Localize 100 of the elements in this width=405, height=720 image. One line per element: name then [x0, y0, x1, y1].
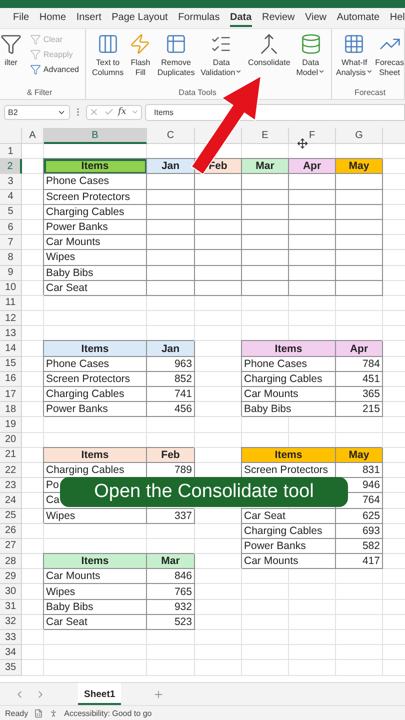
table-cell[interactable]: 451: [336, 372, 383, 387]
row-header[interactable]: 30: [0, 584, 22, 600]
row-header[interactable]: 2: [0, 159, 22, 174]
table-cell[interactable]: [336, 220, 383, 236]
table-cell[interactable]: [195, 174, 242, 190]
ribbon-button[interactable]: Remove Duplicates: [157, 33, 195, 78]
table-header-cell[interactable]: Mar: [147, 554, 195, 570]
table-cell[interactable]: [289, 204, 336, 220]
ribbon-button[interactable]: Flash Fill: [129, 33, 152, 78]
table-header-cell[interactable]: Items: [44, 448, 147, 463]
row-header[interactable]: 24: [0, 493, 22, 508]
table-cell[interactable]: [147, 280, 195, 296]
table-cell[interactable]: Screen Protectors: [44, 190, 147, 205]
table-header-cell[interactable]: Items: [44, 341, 147, 357]
table-cell[interactable]: [289, 190, 336, 205]
table-header-cell[interactable]: Items: [44, 554, 147, 570]
row-header[interactable]: 20: [0, 432, 22, 448]
row-header[interactable]: 35: [0, 660, 22, 676]
row-header[interactable]: 4: [0, 190, 22, 205]
column-header[interactable]: B: [44, 128, 147, 144]
table-cell[interactable]: [147, 190, 195, 205]
table-cell[interactable]: [242, 280, 289, 296]
table-cell[interactable]: 365: [336, 387, 383, 402]
row-header[interactable]: 3: [0, 174, 22, 190]
table-cell[interactable]: Phone Cases: [242, 356, 336, 372]
table-cell[interactable]: [289, 220, 336, 236]
accessibility-icon[interactable]: [49, 708, 58, 718]
table-cell[interactable]: 846: [147, 569, 195, 584]
table-cell[interactable]: Charging Cables: [242, 372, 336, 387]
table-cell[interactable]: 215: [336, 402, 383, 418]
sheet-tab[interactable]: Sheet1: [78, 683, 122, 705]
table-cell[interactable]: [336, 235, 383, 250]
table-header-cell[interactable]: Items: [242, 448, 336, 463]
row-header[interactable]: 14: [0, 341, 22, 357]
table-cell[interactable]: [195, 220, 242, 236]
column-header[interactable]: F: [289, 128, 336, 144]
table-cell[interactable]: [147, 266, 195, 281]
table-header-cell[interactable]: Apr: [289, 159, 336, 174]
table-cell[interactable]: Power Banks: [44, 220, 147, 236]
ribbon-button[interactable]: Text to Columns: [92, 33, 124, 78]
table-cell[interactable]: Car Seat: [44, 280, 147, 296]
table-cell[interactable]: [336, 280, 383, 296]
row-header[interactable]: 22: [0, 462, 22, 478]
table-cell[interactable]: Charging Cables: [242, 524, 336, 539]
table-cell[interactable]: [195, 250, 242, 266]
table-cell[interactable]: [242, 204, 289, 220]
row-header[interactable]: 10: [0, 280, 22, 296]
table-cell[interactable]: [336, 190, 383, 205]
row-header[interactable]: 15: [0, 356, 22, 372]
table-cell[interactable]: 693: [336, 524, 383, 539]
caret-icon[interactable]: [130, 108, 139, 116]
menu-tab[interactable]: File: [13, 10, 30, 26]
table-cell[interactable]: 523: [147, 614, 195, 630]
row-header[interactable]: 8: [0, 250, 22, 266]
table-header-cell[interactable]: Items: [242, 341, 336, 357]
ribbon-button[interactable]: What-If Analysis: [336, 33, 373, 78]
row-header[interactable]: 33: [0, 630, 22, 646]
ribbon-button[interactable]: Consolidate: [248, 33, 290, 68]
table-cell[interactable]: [242, 266, 289, 281]
table-cell[interactable]: Car Mounts: [44, 569, 147, 584]
row-header[interactable]: 26: [0, 524, 22, 539]
ribbon-button[interactable]: Forecas Sheet: [375, 33, 404, 78]
table-cell[interactable]: [195, 190, 242, 205]
table-cell[interactable]: Car Mounts: [242, 387, 336, 402]
table-cell[interactable]: Baby Bibs: [242, 402, 336, 418]
add-sheet-icon[interactable]: [153, 688, 164, 700]
table-cell[interactable]: [336, 250, 383, 266]
table-cell[interactable]: [289, 266, 336, 281]
table-header-cell[interactable]: Feb: [147, 448, 195, 463]
table-cell[interactable]: Wipes: [44, 584, 147, 600]
cancel-icon[interactable]: [89, 107, 100, 117]
column-header[interactable]: A: [22, 128, 44, 144]
row-header[interactable]: 34: [0, 645, 22, 660]
row-header[interactable]: 23: [0, 478, 22, 494]
menu-tab[interactable]: View: [305, 10, 327, 26]
table-cell[interactable]: Car Mounts: [44, 235, 147, 250]
table-header-cell[interactable]: Mar: [242, 159, 289, 174]
table-cell[interactable]: [336, 174, 383, 190]
table-cell[interactable]: [242, 250, 289, 266]
table-cell[interactable]: Screen Protectors: [44, 372, 147, 387]
row-header[interactable]: 19: [0, 417, 22, 433]
table-cell[interactable]: Baby Bibs: [44, 600, 147, 615]
menu-tab[interactable]: Hel: [390, 10, 405, 26]
row-header[interactable]: 18: [0, 402, 22, 418]
table-cell[interactable]: [147, 235, 195, 250]
row-header[interactable]: 32: [0, 614, 22, 630]
table-cell[interactable]: 456: [147, 402, 195, 418]
table-header-cell[interactable]: May: [336, 159, 383, 174]
row-header[interactable]: 29: [0, 569, 22, 584]
table-cell[interactable]: 337: [147, 508, 195, 524]
ribbon-button[interactable]: ilter: [0, 33, 22, 68]
row-header[interactable]: 28: [0, 554, 22, 570]
table-cell[interactable]: Car Seat: [44, 614, 147, 630]
table-cell[interactable]: Baby Bibs: [44, 266, 147, 281]
column-header[interactable]: G: [336, 128, 383, 144]
table-cell[interactable]: [195, 235, 242, 250]
table-cell[interactable]: [336, 266, 383, 281]
table-cell[interactable]: 765: [147, 584, 195, 600]
ribbon-button[interactable]: Data Validation: [200, 33, 242, 78]
menu-tab[interactable]: Insert: [76, 10, 102, 26]
